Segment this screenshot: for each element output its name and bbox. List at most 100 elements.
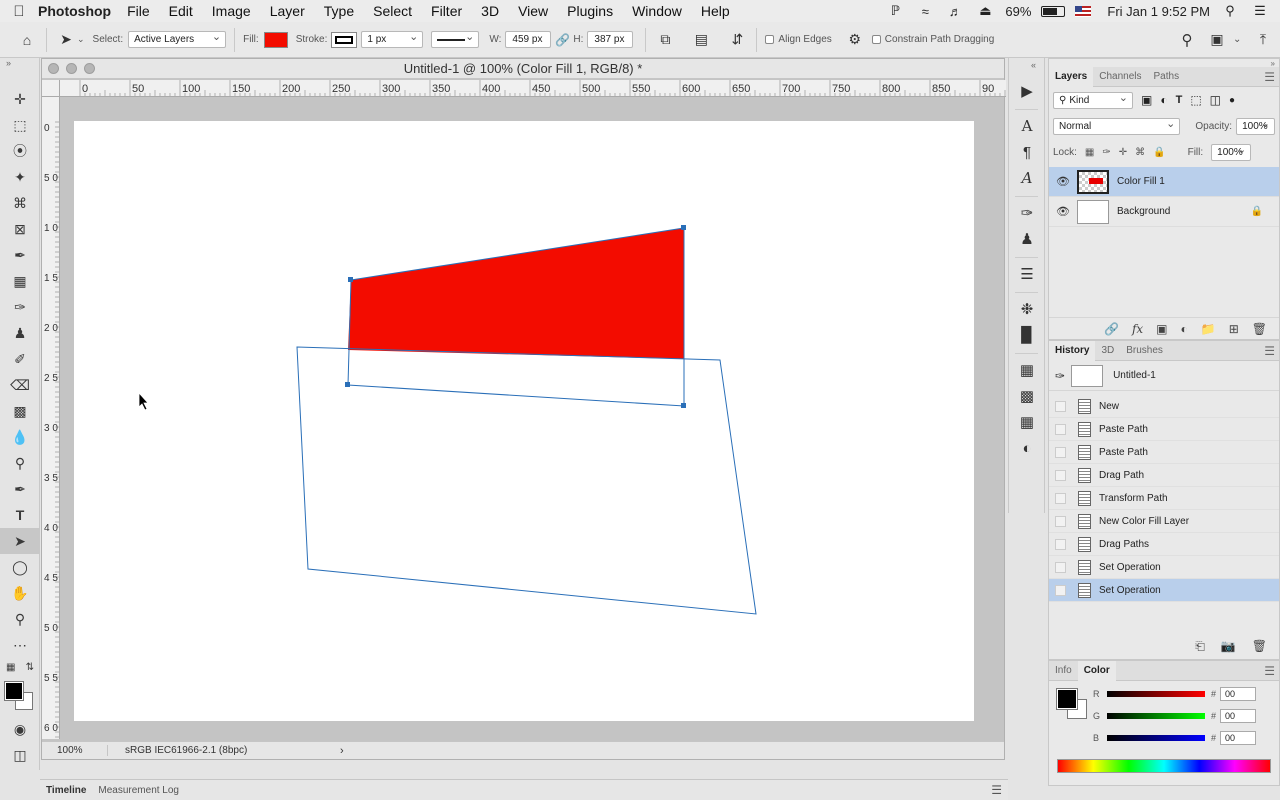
green-slider[interactable]	[1107, 713, 1205, 719]
anchor-point[interactable]	[348, 277, 353, 282]
path-selection-tool-preset-icon[interactable]: ➤	[55, 29, 77, 51]
visibility-eye-icon[interactable]: 👁	[1049, 205, 1077, 218]
menu-select[interactable]: Select	[373, 3, 412, 19]
lock-position-icon[interactable]: ✛	[1119, 147, 1127, 158]
blend-mode-dropdown[interactable]: Normal	[1053, 117, 1181, 135]
history-brush-tool-icon[interactable]: ✐	[0, 346, 40, 372]
history-item[interactable]: Transform Path	[1049, 487, 1279, 510]
foreground-color-swatch[interactable]	[4, 681, 24, 701]
vertical-scrollbar[interactable]	[990, 97, 1004, 739]
history-item[interactable]: Set Operation	[1049, 556, 1279, 579]
properties-panel-icon[interactable]: ☰	[1009, 261, 1045, 287]
canvas[interactable]	[60, 97, 990, 739]
layer-thumbnail[interactable]	[1077, 169, 1109, 194]
menu-3d[interactable]: 3D	[481, 3, 499, 19]
tool-preset-dropdown-icon[interactable]: ⌄	[77, 34, 85, 45]
notification-center-icon[interactable]: ☰	[1250, 3, 1270, 19]
layer-row-background[interactable]: 👁 Background 🔒	[1049, 197, 1279, 227]
color-panel-menu-icon[interactable]: ☰	[1264, 664, 1275, 678]
spotlight-search-icon[interactable]: ⚲	[1220, 3, 1240, 19]
history-source-checkbox[interactable]	[1055, 492, 1066, 504]
history-snapshot[interactable]: ✑ Untitled-1	[1049, 361, 1279, 391]
crop-tool-icon[interactable]: ⌘	[0, 190, 40, 216]
width-field[interactable]: 459 px	[505, 31, 552, 48]
history-source-checkbox[interactable]	[1055, 469, 1066, 481]
blue-value-field[interactable]: 00	[1220, 731, 1257, 745]
app-menu[interactable]: Photoshop	[38, 3, 111, 19]
layer-name[interactable]: Color Fill 1	[1117, 176, 1165, 187]
battery-percent[interactable]: 69%	[1005, 4, 1031, 19]
clone-source-icon[interactable]: ♟	[1009, 226, 1045, 252]
red-value-field[interactable]: 00	[1220, 687, 1257, 701]
screen-mode-icon[interactable]: ◫	[0, 742, 40, 768]
anchor-point[interactable]	[681, 403, 686, 408]
input-source-flag-icon[interactable]	[1075, 5, 1092, 17]
horizontal-ruler[interactable]: 0 50 100 150 200 250 300 350 400 450 500 550 600 650 7…	[60, 80, 1006, 97]
paragraph-panel-icon[interactable]: ¶	[1009, 139, 1045, 165]
swatches-panel-icon[interactable]: ▦	[1009, 357, 1045, 383]
add-mask-icon[interactable]: ▣	[1156, 322, 1167, 336]
menu-file[interactable]: File	[127, 3, 150, 19]
align-edges-checkbox[interactable]	[765, 35, 775, 44]
opacity-field[interactable]: 100%	[1236, 117, 1275, 135]
zoom-level[interactable]: 100%	[42, 745, 108, 756]
anchor-point[interactable]	[345, 382, 350, 387]
menu-help[interactable]: Help	[701, 3, 730, 19]
more-tools-icon[interactable]: ⋯	[0, 632, 40, 658]
character-panel-icon[interactable]: A	[1009, 113, 1045, 139]
gradients-panel-icon[interactable]: ▩	[1009, 383, 1045, 409]
clock[interactable]: Fri Jan 1 9:52 PM	[1107, 4, 1210, 19]
history-item[interactable]: New Color Fill Layer	[1049, 510, 1279, 533]
fill-swatch[interactable]	[263, 31, 288, 48]
ellipse-tool-icon[interactable]: ◯	[0, 554, 40, 580]
quick-selection-tool-icon[interactable]: ✦	[0, 164, 40, 190]
delete-state-icon[interactable]: 🗑	[1252, 639, 1267, 653]
tab-color[interactable]: Color	[1077, 660, 1116, 681]
menu-plugins[interactable]: Plugins	[567, 3, 613, 19]
history-item[interactable]: Drag Path	[1049, 464, 1279, 487]
history-source-checkbox[interactable]	[1055, 561, 1066, 573]
actions-play-icon[interactable]: ▶	[1009, 78, 1045, 104]
status-menu-chevron-icon[interactable]: ›	[340, 745, 344, 757]
new-layer-icon[interactable]: ⊞	[1229, 322, 1239, 336]
menu-image[interactable]: Image	[212, 3, 251, 19]
new-snapshot-icon[interactable]: 📷	[1221, 639, 1236, 653]
stroke-type-dropdown[interactable]	[431, 30, 480, 48]
history-source-checkbox[interactable]	[1055, 538, 1066, 550]
home-icon[interactable]: ⌂	[16, 29, 38, 51]
default-swap-colors-icon[interactable]: ▦ ⇅	[0, 658, 40, 676]
delete-layer-icon[interactable]: 🗑	[1252, 322, 1267, 336]
path-selection-tool-icon[interactable]: ➤	[0, 528, 40, 554]
stroke-width-dropdown[interactable]: 1 px	[361, 30, 424, 48]
menu-type[interactable]: Type	[324, 3, 354, 19]
panel-menu-icon[interactable]: ☰	[991, 783, 1002, 797]
tab-channels[interactable]: Channels	[1093, 67, 1147, 87]
minimize-window-button[interactable]	[66, 63, 77, 74]
height-field[interactable]: 387 px	[587, 31, 634, 48]
settings-gear-icon[interactable]: ⚙	[844, 29, 866, 51]
blue-slider[interactable]	[1107, 735, 1205, 741]
tab-info[interactable]: Info	[1049, 661, 1078, 681]
new-adjustment-layer-icon[interactable]: ◐	[1181, 322, 1188, 336]
path-operations-icon[interactable]: ⧉	[654, 29, 676, 51]
path-alignment-icon[interactable]: ▤	[690, 29, 712, 51]
visibility-eye-icon[interactable]: 👁	[1049, 175, 1077, 188]
menu-layer[interactable]: Layer	[270, 3, 305, 19]
apple-menu-icon[interactable]: 	[0, 3, 38, 20]
tab-paths[interactable]: Paths	[1148, 67, 1186, 87]
patterns-panel-icon[interactable]: ▦	[1009, 409, 1045, 435]
gradient-tool-icon[interactable]: ▩	[0, 398, 40, 424]
layer-thumbnail[interactable]	[1077, 199, 1109, 224]
lasso-tool-icon[interactable]: ⦿	[0, 138, 40, 164]
zoom-tool-icon[interactable]: ⚲	[0, 606, 40, 632]
wifi-icon[interactable]: ≈	[915, 4, 935, 19]
menu-view[interactable]: View	[518, 3, 548, 19]
lock-artboard-icon[interactable]: ⌘	[1135, 147, 1145, 158]
bluetooth-icon[interactable]: ℙ	[885, 3, 905, 19]
blur-tool-icon[interactable]: 💧	[0, 424, 40, 450]
search-icon[interactable]: ⚲	[1176, 29, 1198, 51]
glyphs-panel-icon[interactable]: A	[1009, 165, 1045, 191]
fill-field[interactable]: 100%	[1211, 143, 1252, 161]
red-slider[interactable]	[1107, 691, 1205, 697]
dodge-tool-icon[interactable]: ⚲	[0, 450, 40, 476]
